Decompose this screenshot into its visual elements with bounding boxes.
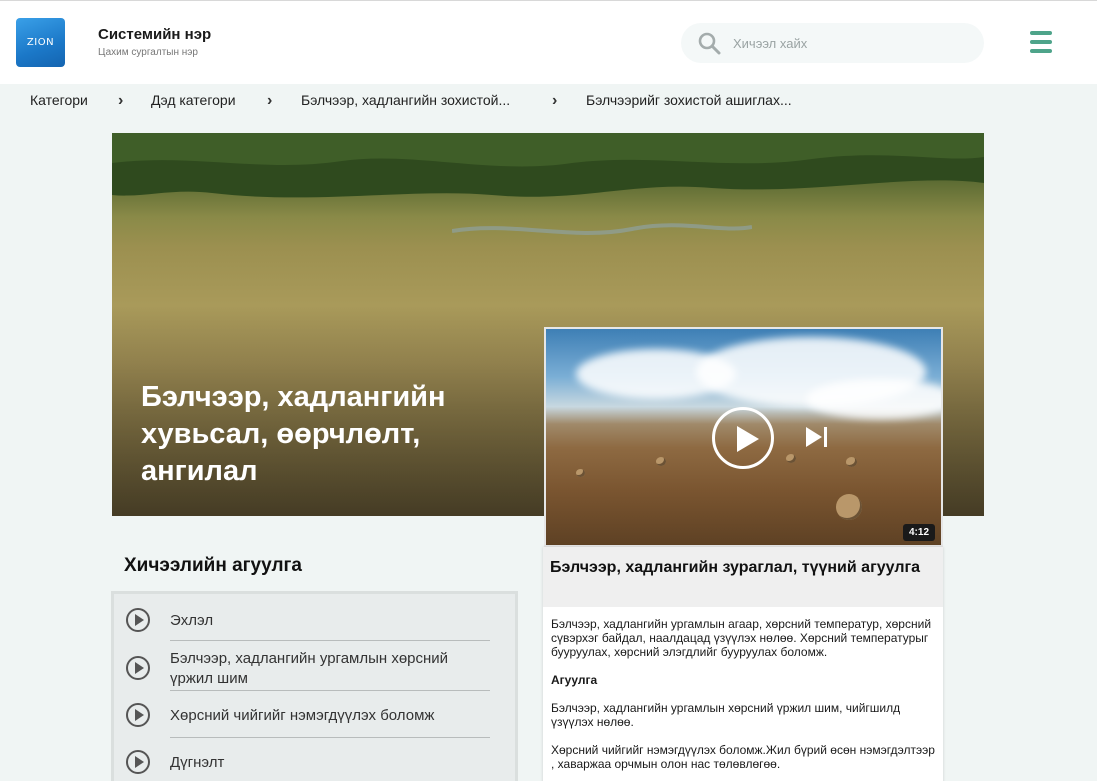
info-intro: Бэлчээр, хадлангийн ургамлын агаар, хөрс… bbox=[551, 617, 932, 659]
header: ZION Системийн нэр Цахим сургалтын нэр Х… bbox=[0, 0, 1097, 84]
chevron-right-icon: › bbox=[118, 92, 124, 109]
breadcrumb-item[interactable]: Бэлчээр, хадлангийн зохистой... bbox=[301, 92, 510, 108]
chevron-right-icon: › bbox=[552, 92, 558, 109]
zion-logo[interactable]: ZION bbox=[16, 18, 65, 67]
breadcrumb: Категори › Дэд категори › Бэлчээр, хадла… bbox=[0, 84, 1097, 118]
search-placeholder: Хичээл хайх bbox=[733, 36, 808, 51]
play-circle-icon bbox=[126, 703, 150, 727]
lesson-label: Бэлчээр, хадлангийн ургамлын хөрсний үрж… bbox=[170, 650, 449, 687]
skip-next-icon[interactable] bbox=[804, 425, 830, 449]
system-name: Системийн нэр bbox=[98, 26, 212, 43]
search-icon bbox=[698, 32, 721, 55]
system-subtitle: Цахим сургалтын нэр bbox=[98, 47, 198, 58]
info-paragraph: Хөрсний чийгийг нэмэгдүүлэх боломж.Жил б… bbox=[551, 743, 935, 771]
breadcrumb-item[interactable]: Дэд категори bbox=[151, 92, 236, 108]
info-paragraph: Бэлчээр, хадлангийн ургамлын хөрсний үрж… bbox=[551, 701, 901, 729]
hamburger-menu-icon[interactable] bbox=[1030, 31, 1052, 53]
info-section-heading: Агуулга bbox=[551, 673, 598, 687]
logo-text: ZION bbox=[26, 37, 55, 48]
video-duration: 4:12 bbox=[902, 524, 935, 541]
divider bbox=[170, 737, 490, 738]
divider bbox=[170, 640, 490, 641]
play-circle-icon bbox=[126, 750, 150, 774]
chevron-right-icon: › bbox=[267, 92, 273, 109]
hero-title: Бэлчээр, хадлангийн хувьсал, өөрчлөлт, а… bbox=[141, 381, 446, 487]
river-image bbox=[452, 223, 752, 235]
play-circle-icon bbox=[126, 656, 150, 680]
breadcrumb-item[interactable]: Категори bbox=[30, 92, 88, 108]
info-title: Бэлчээр, хадлангийн зураглал, түүний агу… bbox=[543, 547, 943, 607]
lesson-label: Дүгнэлт bbox=[170, 754, 225, 771]
lesson-list: Эхлэл Бэлчээр, хадлангийн ургамлын хөрсн… bbox=[111, 591, 518, 781]
breadcrumb-item-current: Бэлчээрийг зохистой ашиглах... bbox=[586, 92, 792, 108]
play-circle-icon bbox=[126, 608, 150, 632]
lesson-label: Хөрсний чийгийг нэмэгдүүлэх боломж bbox=[170, 707, 435, 724]
hills-image bbox=[112, 133, 984, 198]
lesson-info-card: Бэлчээр, хадлангийн зураглал, түүний агу… bbox=[543, 547, 943, 781]
video-player[interactable]: 4:12 bbox=[544, 327, 943, 547]
content-title: Хичээлийн агуулга bbox=[124, 555, 302, 576]
play-button[interactable] bbox=[712, 407, 774, 469]
lesson-label: Эхлэл bbox=[170, 612, 214, 629]
divider bbox=[170, 690, 490, 691]
search-input[interactable]: Хичээл хайх bbox=[681, 23, 984, 63]
